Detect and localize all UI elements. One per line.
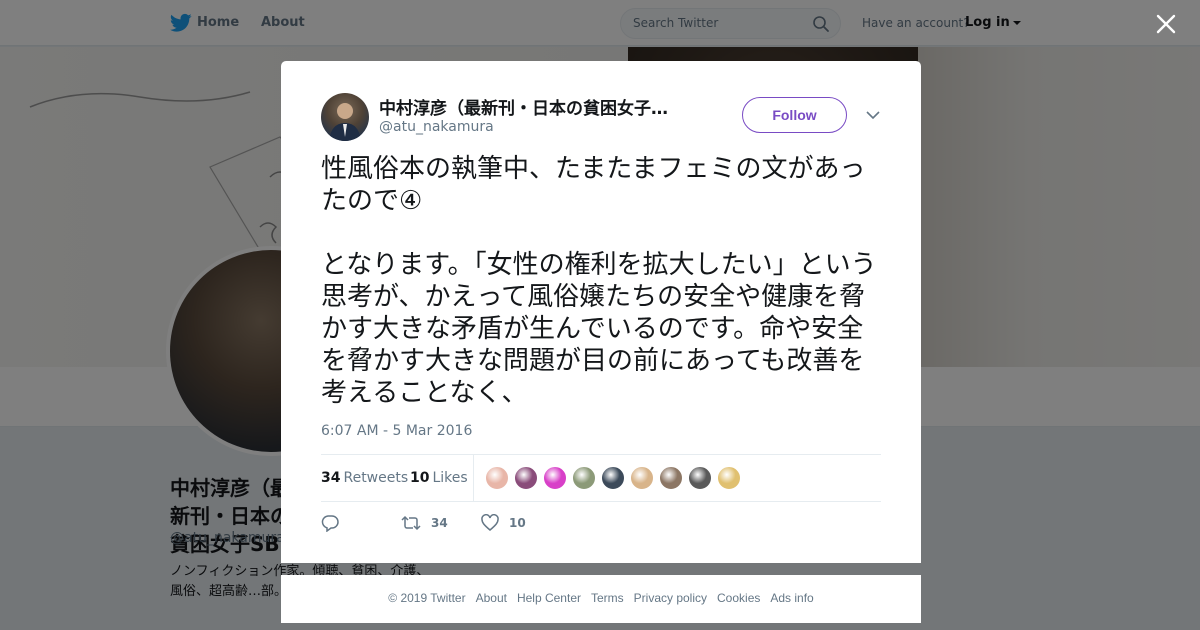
footer-link[interactable]: Help Center [517,591,581,605]
tweet-stats: 34 Retweets 10 Likes [321,454,881,502]
footer-link[interactable]: Terms [591,591,624,605]
tweet-timestamp[interactable]: 6:07 AM - 5 Mar 2016 [321,423,472,439]
tweet-author-name[interactable]: 中村淳彦（最新刊・日本の貧困女子… [379,94,699,119]
stats-divider [473,455,474,501]
reply-button[interactable] [321,513,339,533]
tweet-paragraph: 性風俗本の執筆中、たまたまフェミの文があったので④ [321,154,866,216]
liker-avatar[interactable] [659,466,683,490]
liker-avatar[interactable] [543,466,567,490]
retweet-icon [401,515,421,531]
liker-avatar[interactable] [601,466,625,490]
tweet-paragraph: となります。「女性の権利を拡大したい」という思考が、かえって風俗嬢たちの安全や健… [321,250,877,408]
like-count: 10 [509,516,526,530]
footer-link[interactable]: Privacy policy [634,591,707,605]
footer-links: © 2019 Twitter About Help Center Terms Priva… [281,591,921,605]
tweet-text: 性風俗本の執筆中、たまたまフェミの文があったので④ となります。「女性の権利を拡… [321,153,886,409]
retweets-label: Retweets [343,470,409,486]
chevron-down-icon[interactable] [865,107,881,123]
footer-link[interactable]: Cookies [717,591,760,605]
retweet-count: 34 [431,516,448,530]
footer: © 2019 Twitter About Help Center Terms Priva… [281,575,921,623]
reply-icon [321,515,339,532]
likes-count: 10 [410,470,430,486]
liker-avatar[interactable] [717,466,741,490]
heart-icon [481,514,499,531]
tweet-modal: 中村淳彦（最新刊・日本の貧困女子… @atu_nakamura Follow 性… [281,61,921,563]
retweets-stat[interactable]: 34 Retweets [321,470,408,486]
liker-avatar[interactable] [514,466,538,490]
footer-link[interactable]: Ads info [770,591,813,605]
follow-button[interactable]: Follow [742,97,847,133]
tweet-author-handle[interactable]: @atu_nakamura [379,119,494,135]
footer-link: © 2019 Twitter [388,591,466,605]
liker-avatar[interactable] [485,466,509,490]
tweet-actions: 34 10 [321,513,621,537]
avatar-person-icon [329,103,361,141]
close-icon[interactable] [1155,13,1177,35]
like-button[interactable]: 10 [481,513,526,533]
likes-stat[interactable]: 10 Likes [410,470,468,486]
liker-avatar[interactable] [572,466,596,490]
liker-avatar[interactable] [630,466,654,490]
footer-link[interactable]: About [476,591,507,605]
tweet-author-avatar[interactable] [321,93,369,141]
liker-avatar[interactable] [688,466,712,490]
retweets-count: 34 [321,470,341,486]
likes-label: Likes [432,470,468,486]
retweet-button[interactable]: 34 [401,513,448,533]
